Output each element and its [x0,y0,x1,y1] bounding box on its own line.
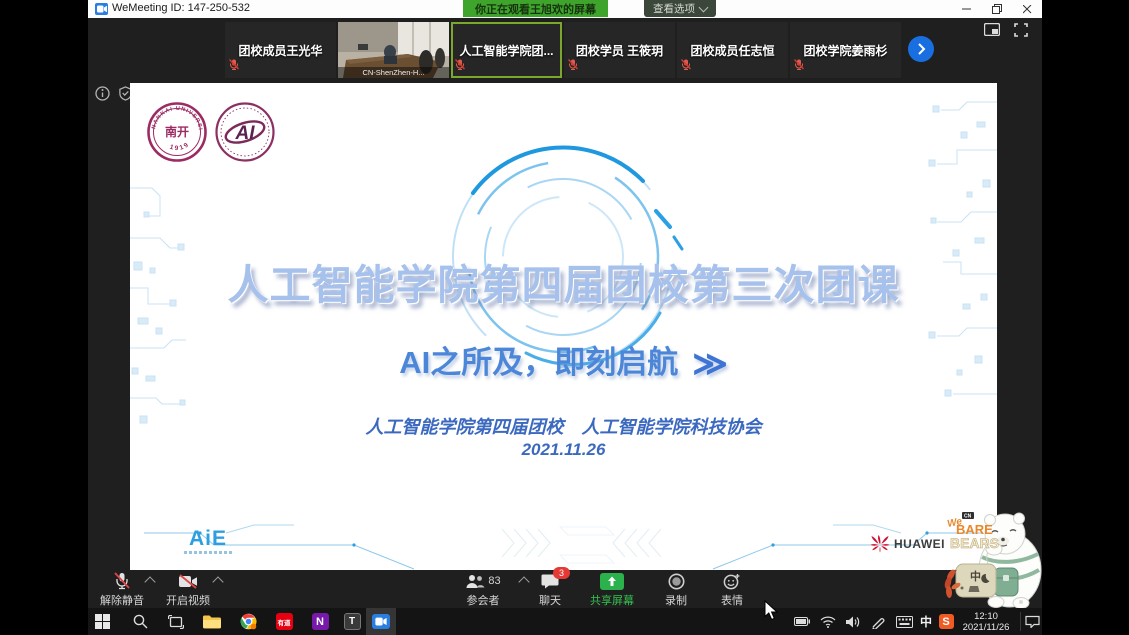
share-screen-button[interactable]: 共享屏幕 [580,571,644,608]
chat-label: 聊天 [518,592,582,608]
view-options-button[interactable]: 查看选项 [644,0,716,17]
svg-text:BEARS: BEARS [950,535,999,551]
desktop: WeMeeting ID: 147-250-532 你正在观看王旭欢的屏幕 查看… [0,0,1129,635]
clock-date: 2021/11/26 [956,622,1016,633]
slide-date: 2021.11.26 [130,440,997,460]
slide-title: 人工智能学院第四届团校第三次团课 [130,251,997,311]
chevron-right-icon [917,43,926,55]
file-explorer-icon[interactable] [198,608,226,635]
taskbar-divider [1020,612,1021,631]
participant-tile-active-speaker[interactable]: 人工智能学院团... [451,22,562,78]
watching-banner-text: 你正在观看王旭欢的屏幕 [475,1,596,17]
minimize-button[interactable] [952,0,982,18]
aie-logo-text: AiE [184,529,232,549]
wemeeting-app-icon [95,3,108,15]
unmute-button[interactable]: 解除静音 [90,571,154,608]
participant-name: 团校学院姜雨杉 [803,42,887,59]
chrome-icon[interactable] [234,608,262,635]
taskbar-clock[interactable]: 12:10 2021/11/26 [956,611,1016,633]
watching-banner: 你正在观看王旭欢的屏幕 [463,0,608,17]
participant-name: 团校成员任志恒 [690,42,774,59]
fullscreen-icon[interactable] [1014,23,1028,42]
participants-icon [465,574,485,589]
aie-logo: AiE [184,529,232,554]
participant-tile[interactable]: 团校学院姜雨杉 [790,22,901,78]
participant-tile[interactable]: 团校成员王光华 [225,22,336,78]
slide-organizations: 人工智能学院第四届团校 人工智能学院科技协会 [130,413,997,439]
mic-muted-icon [455,57,465,75]
participant-name: 团校成员王光华 [238,42,322,59]
nankai-university-logo: NANKAI UNIVERSITY 1919 南开 [146,101,208,163]
record-icon [644,571,708,591]
svg-text:南开: 南开 [165,124,189,139]
mic-muted-icon [568,57,578,75]
participant-name: 团校学员 王筱玥 [576,42,663,59]
windows-taskbar: 有道 N T 中 S [88,608,1042,635]
volume-icon[interactable] [839,608,867,635]
action-center-icon[interactable] [1022,608,1042,635]
view-options-label: 查看选项 [653,1,695,16]
search-icon[interactable] [126,608,154,635]
clock-time: 12:10 [956,611,1016,622]
chat-icon [518,571,582,591]
ai-college-logo: AI [214,101,276,163]
unmute-label: 解除静音 [90,592,154,608]
participant-tile[interactable]: 团校学员 王筱玥 [564,22,675,78]
svg-text:中: 中 [970,569,981,583]
slide-subtitle-text: AI之所及，即刻启航 [399,345,678,380]
youdao-icon[interactable]: 有道 [270,608,298,635]
chat-button[interactable]: 聊天 3 [518,571,582,608]
video-options-caret[interactable] [214,578,222,586]
chevron-down-icon [699,2,709,12]
slide-subtitle: AI之所及，即刻启航 ≫ [130,337,997,384]
maximize-button[interactable] [982,0,1012,18]
start-video-label: 开启视频 [156,592,220,608]
close-button[interactable] [1012,0,1042,18]
next-page-button[interactable] [908,36,934,62]
start-button[interactable] [88,608,116,635]
pen-icon[interactable] [864,608,892,635]
start-video-button[interactable]: 开启视频 [156,571,220,608]
mic-muted-icon [229,57,239,75]
share-screen-icon [580,571,644,591]
svg-text:AI: AI [235,123,256,144]
emoji-label: 表情 [700,592,764,608]
participants-button[interactable]: 83 参会者 [450,571,516,608]
huawei-flower-icon [870,535,890,553]
share-screen-label: 共享屏幕 [580,592,644,608]
onenote-icon[interactable]: N [306,608,334,635]
participant-tile[interactable]: 团校成员任志恒 [677,22,788,78]
double-chevron-icon: ≫ [692,345,728,383]
mouse-cursor [764,600,778,621]
layout-view-icon[interactable] [984,23,1000,41]
t-app-icon[interactable]: T [338,608,366,635]
wemeeting-window: WeMeeting ID: 147-250-532 你正在观看王旭欢的屏幕 查看… [88,0,1042,635]
task-view-icon[interactable] [162,608,190,635]
record-button[interactable]: 录制 [644,571,708,608]
camera-off-icon [156,571,220,591]
participants-label: 参会者 [450,592,516,608]
participant-name: 人工智能学院团... [459,42,553,59]
mic-options-caret[interactable] [146,578,154,586]
mic-muted-icon [794,57,804,75]
window-title: WeMeeting ID: 147-250-532 [112,2,250,14]
mic-muted-icon [681,57,691,75]
battery-icon[interactable] [788,608,816,635]
emoji-icon [700,571,764,591]
participant-video-tile[interactable]: CN-ShenZhen-H... [338,22,449,78]
svg-text:CN: CN [964,514,972,520]
wifi-icon[interactable] [814,608,842,635]
emoji-button[interactable]: 表情 [700,571,764,608]
tech-line-decoration [130,521,997,570]
wemeeting-taskbar-icon[interactable] [366,608,396,635]
shared-screen-slide: NANKAI UNIVERSITY 1919 南开 AI 人工智能学院第四届团校… [130,83,997,570]
meeting-info-icon[interactable] [95,86,110,106]
participant-name: CN-ShenZhen-H... [338,67,449,78]
we-bare-bears-sticker: 中 CN We BARE BEARS [926,512,1044,608]
record-label: 录制 [644,592,708,608]
participants-count: 83 [488,575,500,587]
aie-logo-caption [184,551,232,554]
chat-unread-badge: 3 [553,567,570,579]
